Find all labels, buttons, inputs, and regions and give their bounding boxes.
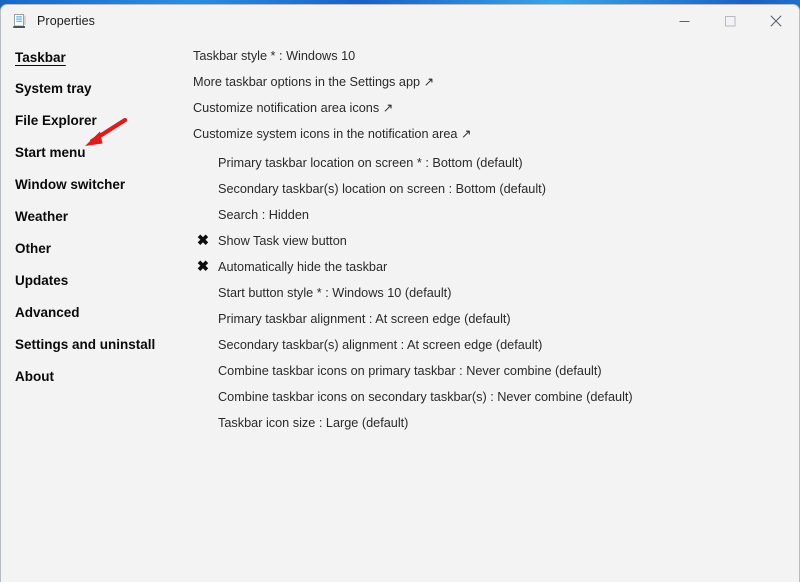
option-row-start-button-style[interactable]: Start button style * : Windows 10 (defau… [191, 284, 451, 302]
checkmark-x-icon: ✖ [196, 232, 210, 249]
option-row-combine-icons-secondary[interactable]: Combine taskbar icons on secondary taskb… [191, 388, 633, 406]
option-label: Secondary taskbar(s) location on screen … [218, 181, 546, 196]
window-content: Taskbar System tray File Explorer Start … [1, 37, 799, 582]
sidebar-item-settings-and-uninstall[interactable]: Settings and uninstall [15, 338, 155, 352]
option-row-taskbar-style[interactable]: Taskbar style * : Windows 10 [191, 47, 355, 65]
option-label: Combine taskbar icons on primary taskbar… [218, 363, 602, 378]
option-row-customize-notification-area-icons[interactable]: Customize notification area icons ↗ [191, 99, 393, 117]
options-panel: Taskbar style * : Windows 10 More taskba… [191, 37, 799, 582]
checkmark-x-icon: ✖ [196, 258, 210, 275]
window-title: Properties [37, 13, 95, 28]
option-row-primary-taskbar-alignment[interactable]: Primary taskbar alignment : At screen ed… [191, 310, 511, 328]
option-row-secondary-taskbar-location[interactable]: Secondary taskbar(s) location on screen … [191, 180, 546, 198]
option-row-more-taskbar-options[interactable]: More taskbar options in the Settings app… [191, 73, 434, 91]
option-label: Show Task view button [218, 233, 347, 248]
window-controls [661, 5, 799, 37]
option-row-show-task-view-button[interactable]: ✖ Show Task view button [191, 232, 347, 250]
sidebar-item-advanced[interactable]: Advanced [15, 306, 80, 320]
option-label: Taskbar icon size : Large (default) [218, 415, 409, 430]
sidebar-navigation: Taskbar System tray File Explorer Start … [1, 37, 191, 582]
option-label: Search : Hidden [218, 207, 309, 222]
option-label: Primary taskbar alignment : At screen ed… [218, 311, 511, 326]
maximize-button[interactable] [707, 5, 753, 37]
sidebar-item-start-menu[interactable]: Start menu [15, 146, 86, 160]
option-row-search[interactable]: Search : Hidden [191, 206, 309, 224]
properties-document-icon [12, 13, 28, 29]
option-label: Combine taskbar icons on secondary taskb… [218, 389, 633, 404]
option-label: More taskbar options in the Settings app… [193, 74, 435, 89]
sidebar-item-about[interactable]: About [15, 370, 54, 384]
option-row-taskbar-icon-size[interactable]: Taskbar icon size : Large (default) [191, 414, 408, 432]
window-titlebar[interactable]: Properties [1, 5, 799, 37]
option-label: Automatically hide the taskbar [218, 259, 388, 274]
sidebar-item-updates[interactable]: Updates [15, 274, 68, 288]
option-row-customize-system-icons[interactable]: Customize system icons in the notificati… [191, 125, 472, 143]
option-label: Customize system icons in the notificati… [193, 126, 472, 141]
option-label: Secondary taskbar(s) alignment : At scre… [218, 337, 543, 352]
sidebar-item-window-switcher[interactable]: Window switcher [15, 178, 125, 192]
sidebar-item-weather[interactable]: Weather [15, 210, 68, 224]
sidebar-item-taskbar[interactable]: Taskbar [15, 51, 66, 65]
titlebar-left-group: Properties [12, 5, 95, 37]
option-label: Start button style * : Windows 10 (defau… [218, 285, 452, 300]
option-row-automatically-hide-the-taskbar[interactable]: ✖ Automatically hide the taskbar [191, 258, 387, 276]
option-label: Customize notification area icons ↗ [193, 100, 394, 115]
option-row-combine-icons-primary[interactable]: Combine taskbar icons on primary taskbar… [191, 362, 602, 380]
option-label: Taskbar style * : Windows 10 [193, 48, 356, 63]
sidebar-item-system-tray[interactable]: System tray [15, 82, 92, 96]
minimize-button[interactable] [661, 5, 707, 37]
sidebar-item-other[interactable]: Other [15, 242, 51, 256]
option-row-secondary-taskbar-alignment[interactable]: Secondary taskbar(s) alignment : At scre… [191, 336, 542, 354]
properties-window: Properties Taskbar System tray File Expl… [0, 4, 800, 582]
sidebar-item-file-explorer[interactable]: File Explorer [15, 114, 97, 128]
close-button[interactable] [753, 5, 799, 37]
option-label: Primary taskbar location on screen * : B… [218, 155, 523, 170]
option-row-primary-taskbar-location[interactable]: Primary taskbar location on screen * : B… [191, 154, 523, 172]
